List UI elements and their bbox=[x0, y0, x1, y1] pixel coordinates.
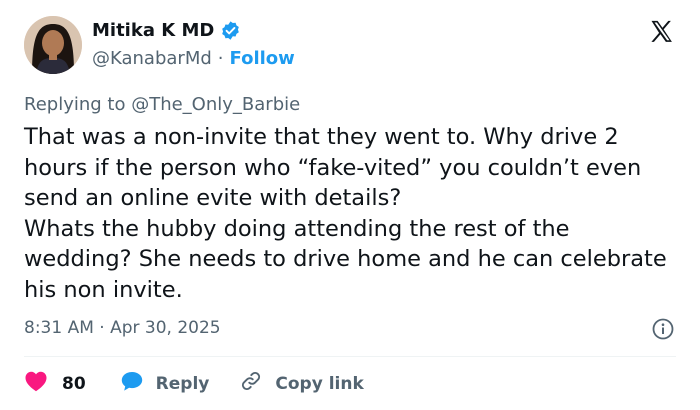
copy-link-label: Copy link bbox=[275, 373, 364, 394]
divider bbox=[24, 356, 676, 357]
timestamp-separator: · bbox=[99, 318, 105, 338]
link-icon bbox=[239, 369, 263, 398]
reply-button[interactable]: Reply bbox=[120, 370, 210, 397]
reply-mention-link[interactable]: @The_Only_Barbie bbox=[131, 94, 300, 115]
like-count: 80 bbox=[62, 373, 86, 394]
reply-bubble-icon bbox=[120, 370, 144, 397]
info-icon[interactable] bbox=[652, 318, 674, 340]
follow-button[interactable]: Follow bbox=[230, 48, 295, 69]
like-button[interactable]: 80 bbox=[24, 370, 86, 397]
tweet-text: That was a non-invite that they went to.… bbox=[24, 122, 684, 306]
handle-separator: · bbox=[217, 48, 224, 69]
tweet-date: Apr 30, 2025 bbox=[110, 318, 221, 338]
heart-icon bbox=[24, 370, 48, 397]
verified-badge-icon bbox=[220, 20, 241, 41]
avatar[interactable] bbox=[24, 16, 82, 74]
reply-context: Replying to @The_Only_Barbie bbox=[24, 94, 300, 115]
tweet-paragraph-2: Whats the hubby doing attending the rest… bbox=[24, 215, 667, 303]
action-bar: 80 Reply Copy link bbox=[24, 369, 364, 398]
author-handle-row: @KanabarMd · Follow bbox=[92, 48, 295, 69]
tweet-paragraph-1: That was a non-invite that they went to.… bbox=[24, 124, 642, 212]
x-logo-icon[interactable] bbox=[648, 18, 676, 46]
reply-context-prefix: Replying to bbox=[24, 94, 132, 115]
reply-label: Reply bbox=[155, 373, 210, 394]
tweet-timestamp[interactable]: 8:31 AM · Apr 30, 2025 bbox=[24, 318, 221, 338]
copy-link-button[interactable]: Copy link bbox=[239, 369, 364, 398]
tweet-time: 8:31 AM bbox=[24, 318, 94, 338]
author-name[interactable]: Mitika K MD bbox=[92, 20, 214, 41]
author-handle[interactable]: @KanabarMd bbox=[92, 48, 212, 69]
author-name-row: Mitika K MD bbox=[92, 20, 241, 41]
